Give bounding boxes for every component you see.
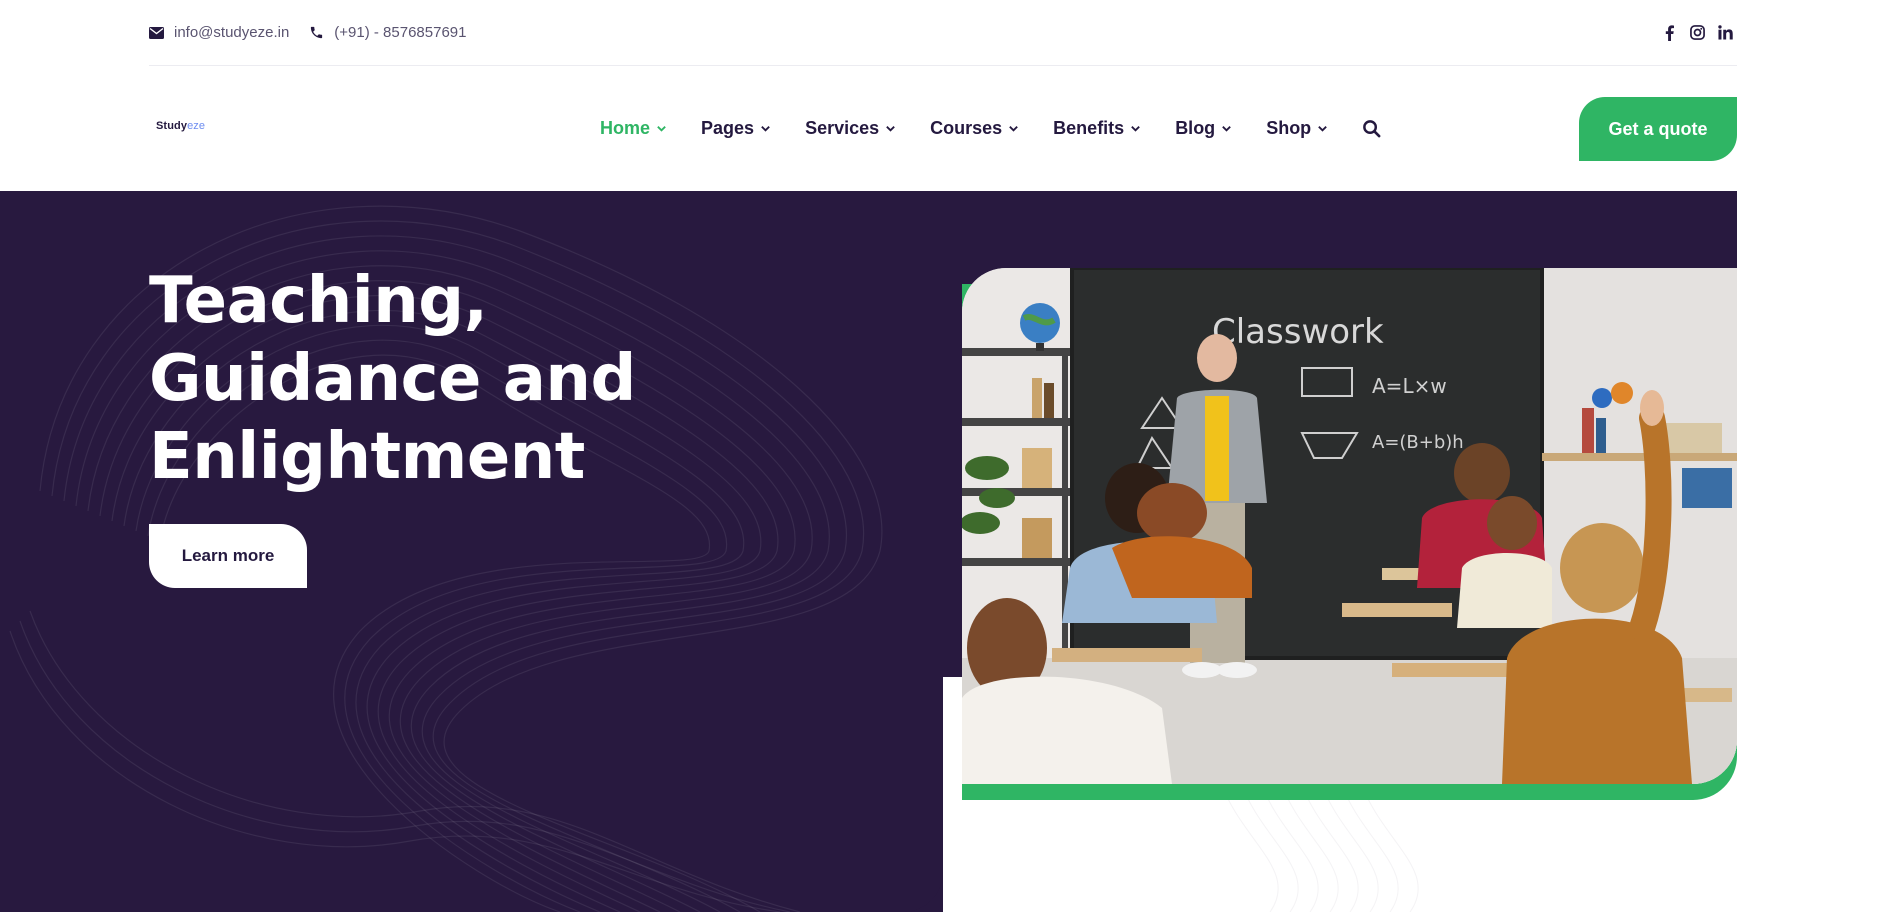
chevron-down-icon (1318, 126, 1328, 132)
learn-more-button[interactable]: Learn more (149, 524, 307, 588)
chevron-down-icon (657, 126, 666, 132)
nav-label-services: Services (805, 118, 880, 138)
hero-title: Teaching, Guidance and Enlightment (149, 262, 769, 496)
email-text: info@studyeze.in (174, 24, 290, 41)
instagram-icon[interactable] (1689, 25, 1705, 41)
email-contact[interactable]: info@studyeze.in (149, 24, 289, 41)
nav-label-home: Home (600, 118, 651, 138)
social-links (1661, 24, 1733, 41)
nav-label-courses: Courses (930, 118, 1003, 138)
chevron-down-icon (1009, 126, 1018, 132)
search-button[interactable] (1362, 119, 1381, 138)
get-a-quote-button[interactable]: Get a quote (1579, 97, 1737, 161)
logo-main-text: Study (156, 120, 188, 132)
search-icon (1363, 120, 1381, 138)
chevron-down-icon (886, 126, 895, 132)
classroom-photo: Classwork A=L×w A=(B+b)h (962, 268, 1737, 784)
facebook-icon[interactable] (1661, 24, 1677, 41)
chevron-down-icon (1222, 126, 1232, 132)
main-header: Studyeze Home Pages Services Courses Ben… (0, 66, 1896, 191)
contact-info: info@studyeze.in (+91) - 8576857691 (149, 24, 466, 41)
hero-title-line-3: Enlightment (149, 420, 585, 494)
nav-label-shop: Shop (1266, 118, 1312, 138)
nav-label-blog: Blog (1175, 118, 1216, 138)
nav-item-benefits[interactable]: Benefits (1053, 118, 1141, 139)
chevron-down-icon (1131, 126, 1141, 132)
nav-label-benefits: Benefits (1053, 118, 1125, 138)
svg-text:A=L×w: A=L×w (1372, 374, 1447, 398)
hero-bottom-corner (0, 677, 943, 912)
main-nav: Home Pages Services Courses Benefits Blo… (600, 66, 1381, 191)
nav-item-pages[interactable]: Pages (701, 118, 771, 139)
nav-item-blog[interactable]: Blog (1175, 118, 1232, 139)
phone-icon (309, 25, 324, 40)
logo-accent-text: eze (187, 120, 206, 132)
blackboard-text: Classwork (1212, 312, 1384, 352)
nav-item-services[interactable]: Services (805, 118, 896, 139)
svg-text:A=(B+b)h: A=(B+b)h (1372, 432, 1464, 453)
top-bar: info@studyeze.in (+91) - 8576857691 (149, 0, 1737, 66)
phone-contact[interactable]: (+91) - 8576857691 (309, 24, 466, 41)
nav-item-courses[interactable]: Courses (930, 118, 1019, 139)
hero-title-line-2: Guidance and (149, 342, 636, 416)
hero-title-line-1: Teaching, (149, 264, 488, 338)
nav-item-shop[interactable]: Shop (1266, 118, 1328, 139)
site-logo[interactable]: Studyeze (156, 120, 205, 132)
nav-label-pages: Pages (701, 118, 755, 138)
nav-item-home[interactable]: Home (600, 118, 667, 139)
chevron-down-icon (761, 126, 770, 132)
linkedin-icon[interactable] (1717, 25, 1733, 41)
phone-text: (+91) - 8576857691 (334, 24, 467, 41)
envelope-icon (149, 26, 164, 39)
